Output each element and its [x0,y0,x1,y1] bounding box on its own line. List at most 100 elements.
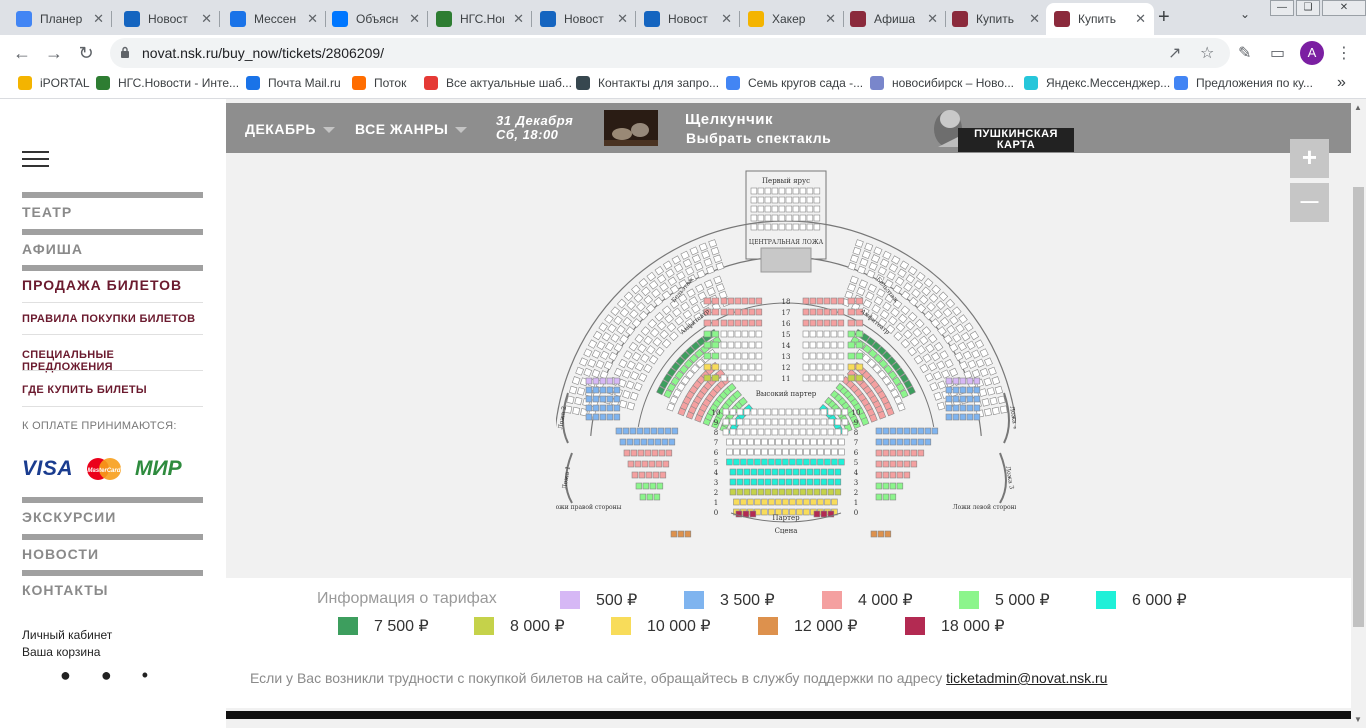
close-window-icon[interactable]: ✕ [1322,0,1366,16]
seat [606,395,614,403]
zoom-out-button[interactable]: — [1290,183,1329,222]
seat [694,261,704,271]
browser-tab[interactable]: Афиша ✕ [842,3,946,35]
forward-icon[interactable]: → [42,41,66,65]
bookmark-item[interactable]: Почта Mail.ru [246,76,341,90]
seat [729,488,737,496]
bookmark-item[interactable]: Контакты для запро... [576,76,719,90]
bookmarks-more-icon[interactable]: » [1337,74,1346,92]
seat [830,297,838,305]
tab-close-icon[interactable]: ✕ [927,11,938,27]
bookmark-item[interactable]: Яндекс.Мессенджер... [1024,76,1170,90]
legend-swatch [474,617,494,635]
bookmark-item[interactable]: Все актуальные шаб... [424,76,572,90]
reload-icon[interactable]: ↻ [74,41,98,65]
share-icon[interactable]: ↗ [1168,43,1181,63]
seat [636,427,644,435]
browser-tab[interactable]: Новост ✕ [532,3,636,35]
restore-icon[interactable]: ❑ [1296,0,1320,16]
browser-tab[interactable]: НГС.Нов ✕ [428,3,532,35]
seat [575,366,584,376]
bookmark-item[interactable]: Предложения по ку... [1174,76,1313,90]
bookmark-item[interactable]: Поток [352,76,406,90]
row-number: 7 [714,439,718,447]
menu-item-afisha[interactable]: АФИША [22,229,203,257]
tab-close-icon[interactable]: ✕ [307,11,318,27]
browser-tab[interactable]: Купить ✕ [1046,3,1154,35]
bookmark-item[interactable]: новосибирск – Ново... [870,76,1014,90]
month-select[interactable]: ДЕКАБРЬ [245,121,335,137]
submenu-rules[interactable]: ПРАВИЛА ПОКУПКИ БИЛЕТОВ [22,313,195,325]
hamburger-menu-icon[interactable] [22,151,49,172]
seat [810,458,817,466]
tab-search-icon[interactable]: ⌄ [1240,7,1250,21]
minimize-icon[interactable]: — [1270,0,1294,16]
seat [952,306,962,316]
seat [893,395,903,405]
legend-price: 6 000 ₽ [1132,592,1187,609]
profile-avatar[interactable]: A [1300,41,1324,65]
row-number: 14 [782,342,791,350]
seat [936,401,946,411]
tab-close-icon[interactable]: ✕ [409,11,420,27]
extensions-icon[interactable]: ✎ [1238,43,1251,63]
seat [771,223,779,231]
new-tab-button[interactable]: + [1158,6,1170,29]
tab-close-icon[interactable]: ✕ [513,11,524,27]
tab-close-icon[interactable]: ✕ [617,11,628,27]
browser-tab[interactable]: Объясн ✕ [324,3,428,35]
menu-item-tickets[interactable]: ПРОДАЖА БИЛЕТОВ [22,265,203,293]
tab-close-icon[interactable]: ✕ [1135,11,1146,27]
support-email-link[interactable]: ticketadmin@novat.nsk.ru [946,670,1107,686]
tab-close-icon[interactable]: ✕ [201,11,212,27]
genre-select[interactable]: ВСЕ ЖАНРЫ [355,121,468,137]
zoom-in-button[interactable]: + [1290,139,1329,178]
menu-item-theatre[interactable]: ТЕАТР [22,192,203,220]
seat [736,478,744,486]
seat [854,239,864,248]
seat [638,471,646,479]
seat [613,377,621,385]
browser-tab[interactable]: Новост ✕ [636,3,740,35]
browser-tab[interactable]: Купить ✕ [944,3,1048,35]
browser-tab[interactable]: Новост ✕ [116,3,220,35]
bookmark-item[interactable]: iPORTAL [18,76,90,90]
seat [670,530,678,538]
bookmark-item[interactable]: Семь кругов сада -... [726,76,863,90]
scrollbar-thumb[interactable] [1353,187,1364,627]
seat [764,187,772,195]
seat [775,458,782,466]
side-panel-icon[interactable]: ▭ [1270,43,1285,63]
bookmark-star-icon[interactable]: ☆ [1200,43,1214,63]
browser-tab[interactable]: Планер ✕ [8,3,112,35]
seat [911,288,921,298]
browser-menu-icon[interactable]: ⋮ [1336,43,1352,63]
seat [924,372,934,382]
menu-item-news[interactable]: НОВОСТИ [22,534,203,562]
seat [899,260,910,270]
tab-close-icon[interactable]: ✕ [1029,11,1040,27]
browser-tab[interactable]: Хакер ✕ [740,3,844,35]
seat [967,359,977,369]
account-link[interactable]: Личный кабинет [22,628,112,642]
tab-close-icon[interactable]: ✕ [93,11,104,27]
back-icon[interactable]: ← [10,41,34,65]
address-bar[interactable]: novat.nsk.ru/buy_now/tickets/2806209/ ↗ … [110,38,1230,68]
seat [789,458,796,466]
browser-tab[interactable]: Мессен ✕ [222,3,326,35]
show-select[interactable]: Выбрать спектакль [686,130,956,146]
seat [736,468,744,476]
seat [650,427,658,435]
menu-item-excursions[interactable]: ЭКСКУРСИИ [22,497,203,525]
social-icons[interactable]: ●●• [60,665,178,686]
seat [971,369,981,379]
tab-close-icon[interactable]: ✕ [825,11,836,27]
seat [761,508,768,516]
menu-item-contacts[interactable]: КОНТАКТЫ [22,570,203,598]
row-number: 2 [854,489,858,497]
tab-close-icon[interactable]: ✕ [721,11,732,27]
bookmark-item[interactable]: НГС.Новости - Инте... [96,76,239,90]
page-scrollbar[interactable]: ▲ ▼ [1351,99,1366,728]
submenu-where-to-buy[interactable]: ГДЕ КУПИТЬ БИЛЕТЫ [22,384,147,396]
cart-link[interactable]: Ваша корзина [22,645,100,659]
